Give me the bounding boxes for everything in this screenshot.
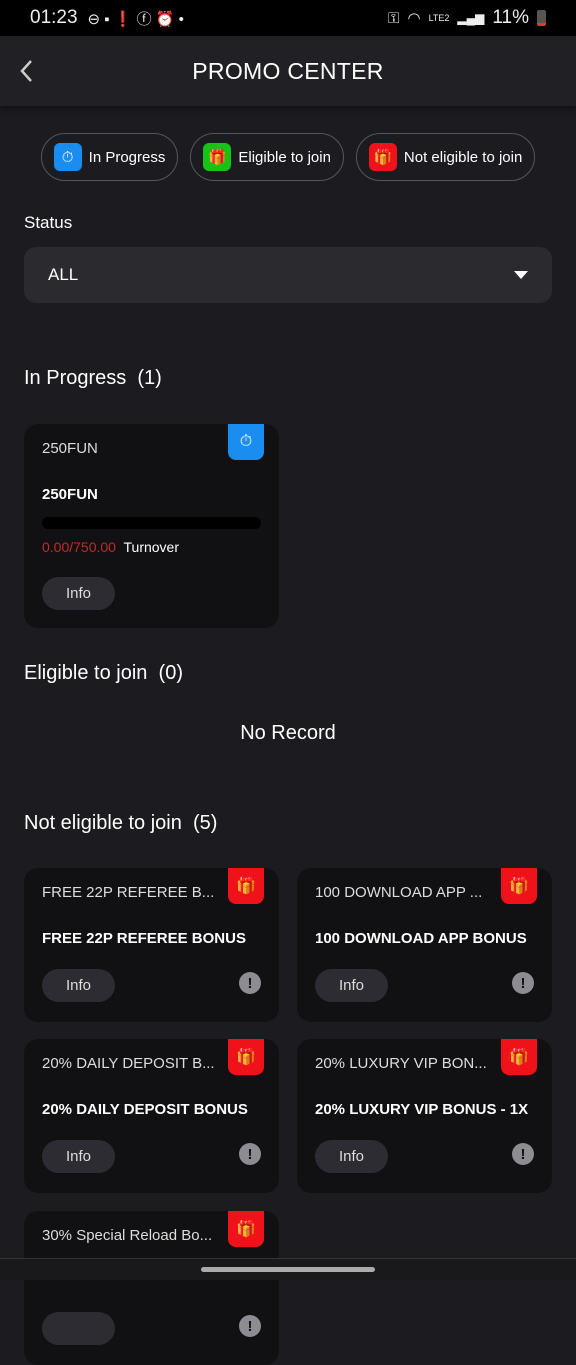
promo-card: ⏱ 250FUN 250FUN 0.00/750.00 Turnover Inf…: [24, 424, 279, 628]
promo-name: FREE 22P REFEREE BONUS: [42, 930, 246, 947]
gift-icon: 🎁: [368, 143, 397, 171]
stopwatch-icon: ⏱: [228, 424, 264, 460]
notification-icons: ⊖ ▪ ❗ ⓕ ⏰ •: [87, 10, 184, 28]
status-label: Status: [24, 213, 73, 232]
wifi-icon: ◠: [407, 10, 421, 27]
battery-icon: [537, 10, 546, 26]
exclamation-icon[interactable]: !: [239, 1143, 261, 1165]
promo-short-name: 20% LUXURY VIP BON...: [315, 1055, 487, 1072]
promo-short-name: 30% Special Reload Bo...: [42, 1227, 213, 1244]
info-button[interactable]: Info: [315, 969, 388, 1002]
promo-name: 100 DOWNLOAD APP BONUS: [315, 930, 527, 947]
promo-card: 🎁 30% Special Reload Bo... !: [24, 1211, 279, 1365]
turnover-progress-bar: [42, 517, 261, 529]
promo-card: 🎁 20% LUXURY VIP BON... 20% LUXURY VIP B…: [297, 1039, 552, 1193]
info-button[interactable]: [42, 1312, 115, 1345]
gift-icon: 🎁: [203, 143, 232, 171]
section-in-progress: In Progress (1): [24, 367, 162, 389]
promo-name: 20% LUXURY VIP BONUS - 1X: [315, 1101, 529, 1118]
info-button[interactable]: Info: [315, 1140, 388, 1173]
promo-name: 250FUN: [42, 486, 98, 503]
exclamation-icon[interactable]: !: [512, 972, 534, 994]
signal-icon: ▂▄▆: [457, 11, 485, 25]
gift-icon: 🎁: [501, 868, 537, 904]
legend-not-eligible: 🎁 Not eligible to join: [355, 133, 536, 181]
info-button[interactable]: Info: [42, 969, 115, 1002]
promo-card: 🎁 20% DAILY DEPOSIT B... 20% DAILY DEPOS…: [24, 1039, 279, 1193]
gift-icon: 🎁: [228, 1039, 264, 1075]
promo-short-name: FREE 22P REFEREE B...: [42, 884, 215, 901]
back-arrow-icon[interactable]: [16, 58, 40, 84]
page-title: PROMO CENTER: [192, 57, 384, 84]
exclamation-icon[interactable]: !: [512, 1143, 534, 1165]
exclamation-icon[interactable]: !: [239, 972, 261, 994]
home-handle[interactable]: [201, 1267, 375, 1272]
info-button[interactable]: Info: [42, 1140, 115, 1173]
clock: 01:23: [30, 7, 78, 28]
promo-card: 🎁 100 DOWNLOAD APP ... 100 DOWNLOAD APP …: [297, 868, 552, 1022]
app-header: PROMO CENTER: [0, 36, 576, 106]
legend-in-progress: ⏱ In Progress: [40, 133, 179, 181]
turnover-text: 0.00/750.00 Turnover: [42, 539, 180, 555]
info-button[interactable]: Info: [42, 577, 115, 610]
legend-eligible: 🎁 Eligible to join: [190, 133, 344, 181]
battery-level: 11%: [492, 7, 529, 28]
caret-down-icon: [514, 271, 528, 279]
no-record-text: No Record: [240, 722, 336, 744]
status-value: ALL: [48, 265, 79, 284]
promo-card: 🎁 FREE 22P REFEREE B... FREE 22P REFEREE…: [24, 868, 279, 1022]
legend-label: Not eligible to join: [403, 148, 523, 166]
system-nav-bar: [0, 1258, 576, 1280]
promo-short-name: 250FUN: [42, 440, 98, 457]
network-label: LTE2: [428, 13, 450, 23]
section-eligible: Eligible to join (0): [24, 662, 183, 684]
status-select[interactable]: ALL: [24, 247, 552, 303]
legend: ⏱ In Progress 🎁 Eligible to join 🎁 Not elig…: [0, 133, 576, 181]
status-bar: 01:23 ⊖ ▪ ❗ ⓕ ⏰ • ⚿ ◠ LTE2 ▂▄▆ 11%: [0, 0, 576, 36]
promo-short-name: 100 DOWNLOAD APP ...: [315, 884, 483, 901]
promo-name: 20% DAILY DEPOSIT BONUS: [42, 1101, 248, 1118]
gift-icon: 🎁: [501, 1039, 537, 1075]
legend-label: In Progress: [88, 148, 166, 166]
section-not-eligible: Not eligible to join (5): [24, 812, 218, 834]
gift-icon: 🎁: [228, 1211, 264, 1247]
exclamation-icon[interactable]: !: [239, 1315, 261, 1337]
gift-icon: 🎁: [228, 868, 264, 904]
legend-label: Eligible to join: [238, 148, 331, 166]
promo-short-name: 20% DAILY DEPOSIT B...: [42, 1055, 215, 1072]
stopwatch-icon: ⏱: [53, 143, 82, 171]
key-icon: ⚿: [388, 9, 400, 27]
